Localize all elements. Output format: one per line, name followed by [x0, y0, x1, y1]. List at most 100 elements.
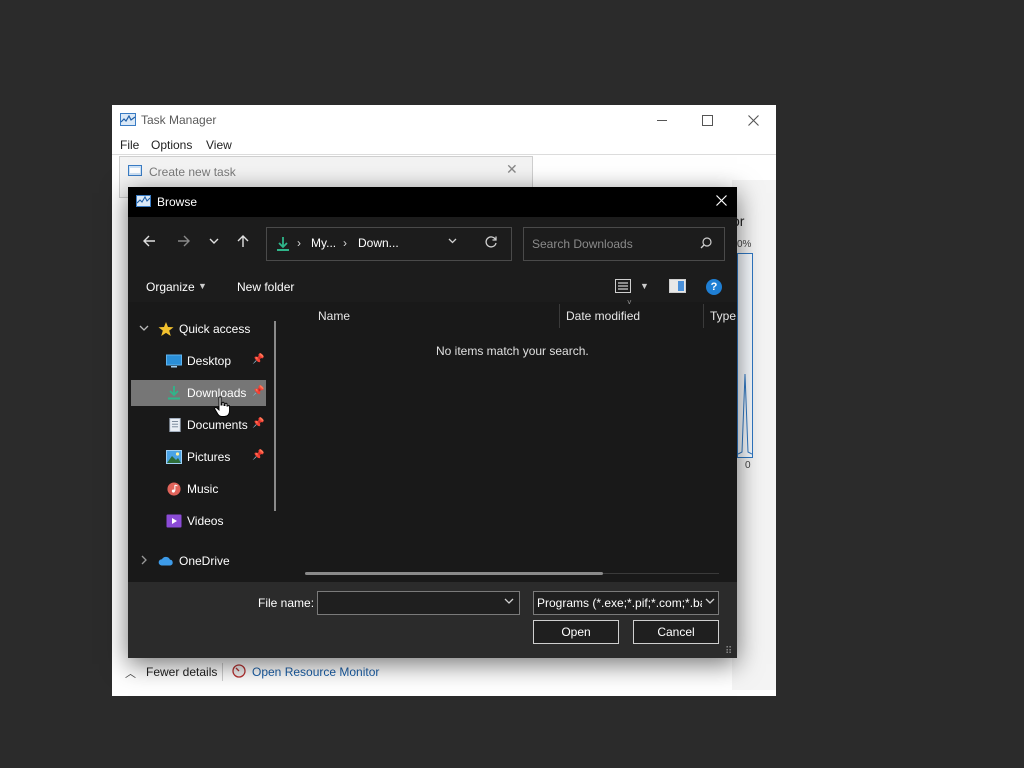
nav-label: Desktop: [187, 354, 232, 368]
nav-item-downloads[interactable]: Downloads 📌: [131, 380, 266, 406]
tab-divider: [112, 154, 776, 155]
close-icon[interactable]: ✕: [506, 161, 518, 178]
documents-icon: [169, 418, 181, 432]
address-bar[interactable]: › My... › Down...: [266, 227, 512, 261]
menu-view[interactable]: View: [206, 138, 232, 152]
details-view-icon[interactable]: [615, 279, 631, 293]
nav-item-pictures[interactable]: Pictures 📌: [131, 444, 266, 470]
horizontal-scrollbar-track[interactable]: [603, 573, 719, 574]
breadcrumb-separator: ›: [343, 236, 347, 250]
graph-line: [737, 373, 753, 455]
navigation-pane: [128, 302, 286, 582]
column-separator[interactable]: [703, 304, 704, 328]
chevron-down-icon[interactable]: [139, 323, 149, 336]
nav-label: Quick access: [179, 322, 251, 336]
browse-titlebar[interactable]: Browse: [128, 187, 737, 217]
open-resource-monitor-link[interactable]: Open Resource Monitor: [252, 665, 379, 679]
maximize-button[interactable]: [684, 105, 730, 135]
chevron-down-icon: [209, 238, 219, 244]
cloud-icon: [158, 556, 173, 566]
chevron-right-icon[interactable]: [139, 555, 149, 568]
column-separator[interactable]: [559, 304, 560, 328]
column-header-name[interactable]: Name: [318, 309, 350, 323]
graph-percent-label: 0%: [737, 239, 752, 250]
empty-state-message: No items match your search.: [436, 344, 589, 358]
graph-zero-label: 0: [745, 460, 751, 471]
browse-close-button[interactable]: [712, 192, 730, 210]
arrow-left-icon: [143, 235, 155, 247]
up-button[interactable]: [232, 234, 254, 254]
performance-graph[interactable]: [737, 253, 753, 458]
open-button[interactable]: Open: [533, 620, 619, 644]
star-icon: [158, 322, 174, 336]
pin-icon: 📌: [252, 354, 265, 365]
close-icon: [747, 114, 759, 126]
chevron-down-icon: [448, 238, 457, 244]
nav-item-music[interactable]: Music: [131, 476, 266, 502]
chevron-down-icon: ▼: [198, 281, 207, 291]
chevron-up-icon[interactable]: ︿: [125, 665, 136, 681]
nav-scrollbar[interactable]: [274, 321, 276, 511]
column-header-type[interactable]: Type: [710, 309, 736, 323]
nav-item-desktop[interactable]: Desktop 📌: [131, 348, 266, 374]
nav-item-documents[interactable]: Documents 📌: [131, 412, 266, 438]
refresh-button[interactable]: [484, 235, 498, 252]
refresh-icon: [485, 236, 497, 248]
nav-label: OneDrive: [179, 554, 230, 568]
minimize-icon: [657, 119, 667, 121]
videos-icon: [166, 514, 182, 528]
browse-dialog: Browse › My... › Down... Search Download…: [128, 187, 737, 658]
new-folder-button[interactable]: New folder: [237, 280, 294, 294]
resize-grip-icon[interactable]: ⠿: [725, 646, 732, 657]
nav-label: Documents: [187, 418, 248, 432]
create-new-task-title: Create new task: [149, 165, 236, 179]
search-icon: [700, 237, 712, 249]
resource-monitor-icon: [232, 664, 246, 678]
task-manager-titlebar[interactable]: Task Manager: [112, 105, 776, 135]
back-button[interactable]: [138, 234, 160, 254]
fewer-details-button[interactable]: Fewer details: [146, 665, 217, 679]
chevron-down-icon[interactable]: [705, 596, 715, 608]
sort-indicator-icon: ˅: [627, 298, 632, 307]
forward-button[interactable]: [173, 234, 195, 254]
download-icon: [168, 386, 180, 400]
run-dialog-icon: [128, 165, 142, 176]
nav-quick-access[interactable]: Quick access: [131, 316, 266, 342]
menu-options[interactable]: Options: [151, 138, 192, 152]
maximize-icon: [701, 114, 713, 126]
arrow-up-icon: [237, 235, 249, 247]
arrow-right-icon: [178, 235, 190, 247]
address-history-dropdown[interactable]: [447, 235, 458, 249]
minimize-button[interactable]: [639, 105, 685, 135]
file-name-label: File name:: [258, 596, 315, 610]
search-box[interactable]: Search Downloads: [523, 227, 725, 261]
close-icon: [715, 195, 727, 206]
chevron-down-icon[interactable]: ▼: [640, 281, 649, 291]
pictures-icon: [166, 450, 182, 464]
column-header-date-modified[interactable]: Date modified: [566, 309, 640, 323]
nav-item-videos[interactable]: Videos: [131, 508, 266, 534]
breadcrumb-downloads[interactable]: Down...: [358, 236, 399, 250]
search-input[interactable]: Search Downloads: [532, 237, 633, 251]
task-manager-app-icon: [120, 113, 136, 126]
breadcrumb-separator: ›: [297, 236, 301, 250]
close-button[interactable]: [730, 105, 776, 135]
horizontal-scrollbar-thumb[interactable]: [305, 572, 603, 575]
recent-locations-button[interactable]: [203, 234, 225, 254]
chevron-down-icon[interactable]: [504, 596, 514, 608]
nav-onedrive[interactable]: OneDrive: [131, 548, 266, 574]
statusbar-separator: [222, 663, 223, 681]
download-icon: [277, 237, 289, 251]
music-icon: [167, 482, 181, 496]
desktop-icon: [166, 354, 182, 368]
pin-icon: 📌: [252, 386, 265, 397]
nav-label: Videos: [187, 514, 224, 528]
file-name-input[interactable]: [317, 591, 520, 615]
breadcrumb-user[interactable]: My...: [311, 236, 336, 250]
cancel-button[interactable]: Cancel: [633, 620, 719, 644]
file-type-filter-select[interactable]: Programs (*.exe;*.pif;*.com;*.bat;*.cmd): [533, 591, 719, 615]
help-icon[interactable]: ?: [706, 279, 722, 295]
menu-file[interactable]: File: [120, 138, 139, 152]
organize-button[interactable]: Organize: [146, 280, 195, 294]
preview-pane-icon[interactable]: [669, 279, 686, 293]
